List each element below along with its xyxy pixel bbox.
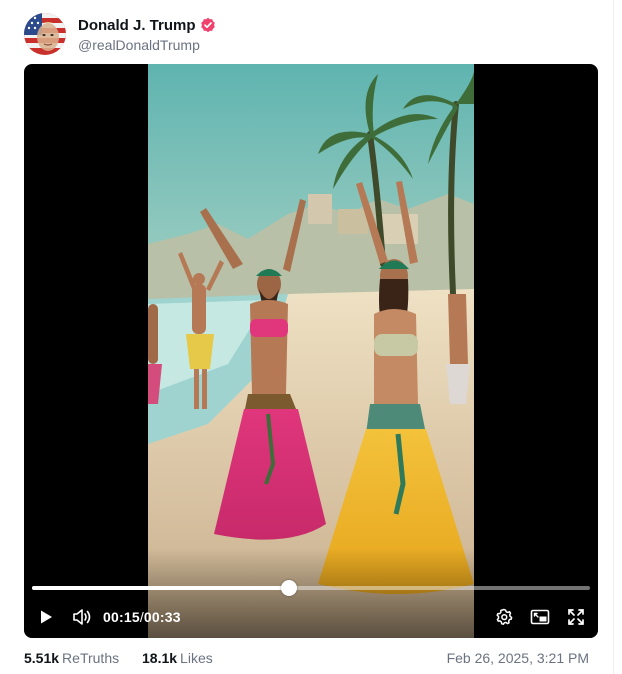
- author-names: Donald J. Trump @realDonaldTrump: [78, 15, 216, 53]
- verified-badge-icon: [200, 17, 215, 33]
- video-player[interactable]: 00:15/00:33: [24, 64, 598, 638]
- likes-count: 18.1k: [142, 650, 178, 666]
- post-timestamp[interactable]: Feb 26, 2025, 3:21 PM: [447, 650, 589, 666]
- likes-stat[interactable]: 18.1k Likes: [142, 650, 213, 666]
- seek-bar[interactable]: [32, 580, 590, 596]
- post-footer: 5.51k ReTruths 18.1k Likes Feb 26, 2025, 3…: [24, 648, 589, 668]
- play-button[interactable]: [33, 604, 59, 630]
- seek-fill: [32, 586, 289, 590]
- seek-thumb[interactable]: [280, 580, 297, 596]
- volume-icon: [73, 609, 91, 625]
- post-header: Donald J. Trump @realDonaldTrump: [24, 12, 216, 56]
- fullscreen-button[interactable]: [563, 604, 589, 630]
- video-frame[interactable]: [148, 64, 474, 638]
- post-card: Donald J. Trump @realDonaldTrump 00:15/0…: [0, 0, 614, 674]
- picture-in-picture-button[interactable]: [527, 604, 553, 630]
- avatar[interactable]: [24, 13, 66, 55]
- current-time: 00:15: [103, 609, 140, 625]
- name-row: Donald J. Trump: [78, 15, 216, 35]
- time-display: 00:15/00:33: [103, 609, 181, 625]
- settings-icon: [496, 608, 513, 625]
- play-icon: [41, 610, 52, 624]
- duration: 00:33: [143, 609, 181, 625]
- retruths-stat[interactable]: 5.51k ReTruths: [24, 650, 119, 666]
- volume-button[interactable]: [69, 604, 95, 630]
- likes-label: Likes: [180, 650, 213, 666]
- author-handle[interactable]: @realDonaldTrump: [78, 37, 216, 53]
- retruths-count: 5.51k: [24, 650, 60, 666]
- fullscreen-icon: [568, 609, 584, 625]
- picture-in-picture-icon: [530, 609, 550, 625]
- video-controls: 00:15/00:33: [24, 602, 598, 630]
- settings-button[interactable]: [491, 604, 517, 630]
- author-display-name[interactable]: Donald J. Trump: [78, 17, 196, 34]
- retruths-label: ReTruths: [62, 650, 120, 666]
